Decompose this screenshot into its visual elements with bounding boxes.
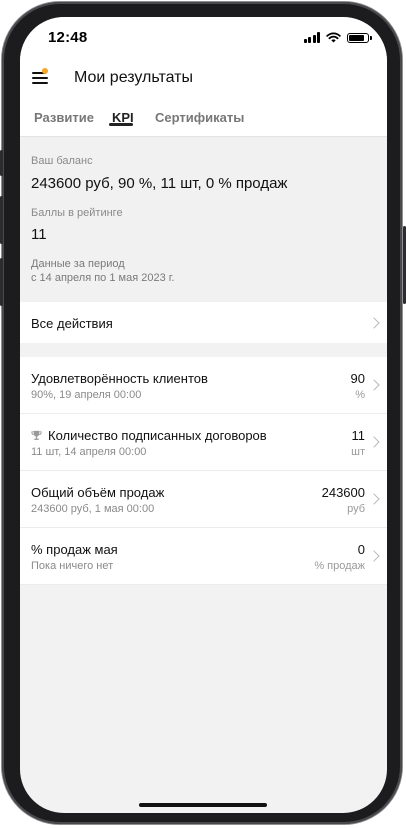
status-bar: 12:48: [20, 17, 387, 61]
balance-value: 243600 руб, 90 %, 11 шт, 0 % продаж: [31, 175, 288, 192]
chevron-right-icon: [368, 379, 380, 391]
kpi-subtitle: Пока ничего нет: [31, 560, 114, 572]
mute-switch: [0, 150, 3, 176]
battery-icon: [347, 32, 372, 43]
kpi-title: % продаж мая: [31, 542, 118, 557]
volume-down-button: [0, 258, 3, 306]
tab-kpi[interactable]: KPI: [109, 110, 134, 126]
wifi-icon: [326, 32, 341, 43]
tab-bar: Развитие KPI Сертификаты: [20, 106, 387, 137]
kpi-value: 90: [350, 371, 365, 386]
volume-up-button: [0, 196, 3, 244]
kpi-unit: % продаж: [314, 560, 365, 572]
trophy-icon: [31, 430, 42, 440]
rating-label: Баллы в рейтинге: [31, 207, 123, 219]
kpi-subtitle: 90%, 19 апреля 00:00: [31, 389, 142, 401]
kpi-list: Удовлетворённость клиентов 90%, 19 апрел…: [20, 357, 387, 585]
status-time: 12:48: [48, 29, 88, 46]
kpi-unit: шт: [351, 446, 365, 458]
period-label: Данные за период: [31, 258, 125, 270]
rating-value: 11: [31, 226, 47, 243]
kpi-item-may-sales-percent[interactable]: % продаж мая Пока ничего нет 0 % продаж: [20, 528, 387, 585]
all-actions-row[interactable]: Все действия: [20, 302, 387, 343]
kpi-subtitle: 11 шт, 14 апреля 00:00: [31, 446, 147, 458]
chevron-right-icon: [368, 550, 380, 562]
app-header: Мои результаты: [20, 61, 387, 106]
kpi-item-customer-satisfaction[interactable]: Удовлетворённость клиентов 90%, 19 апрел…: [20, 357, 387, 414]
kpi-unit: руб: [347, 503, 365, 515]
app-screen: 12:48 Мои результаты Развитие KPI Сертиф…: [20, 17, 387, 813]
kpi-value: 11: [351, 428, 366, 443]
menu-button[interactable]: [32, 68, 52, 86]
page-title: Мои результаты: [74, 69, 193, 86]
all-actions-label: Все действия: [31, 316, 113, 331]
tab-certificates[interactable]: Сертификаты: [155, 110, 244, 125]
tab-development[interactable]: Развитие: [34, 110, 94, 125]
chevron-right-icon: [368, 493, 380, 505]
kpi-value: 0: [357, 542, 365, 557]
kpi-subtitle: 243600 руб, 1 мая 00:00: [31, 503, 155, 515]
kpi-title: Количество подписанных договоров: [31, 428, 267, 443]
kpi-value: 243600: [321, 485, 365, 500]
home-indicator[interactable]: [139, 803, 267, 807]
balance-label: Ваш баланс: [31, 155, 93, 167]
kpi-title: Удовлетворённость клиентов: [31, 371, 208, 386]
signal-icon: [303, 32, 320, 43]
period-value: с 14 апреля по 1 мая 2023 г.: [31, 272, 175, 284]
chevron-right-icon: [368, 317, 380, 329]
kpi-unit: %: [355, 389, 365, 401]
tab-active-indicator: [109, 123, 133, 126]
status-icons: [303, 32, 372, 43]
battery-level: [349, 34, 364, 41]
kpi-item-total-sales[interactable]: Общий объём продаж 243600 руб, 1 мая 00:…: [20, 471, 387, 528]
balance-summary: Ваш баланс 243600 руб, 90 %, 11 шт, 0 % …: [20, 137, 387, 302]
chevron-right-icon: [368, 436, 380, 448]
kpi-title: Общий объём продаж: [31, 485, 165, 500]
kpi-item-signed-contracts[interactable]: Количество подписанных договоров 11 шт, …: [20, 414, 387, 471]
notification-dot: [42, 68, 48, 74]
